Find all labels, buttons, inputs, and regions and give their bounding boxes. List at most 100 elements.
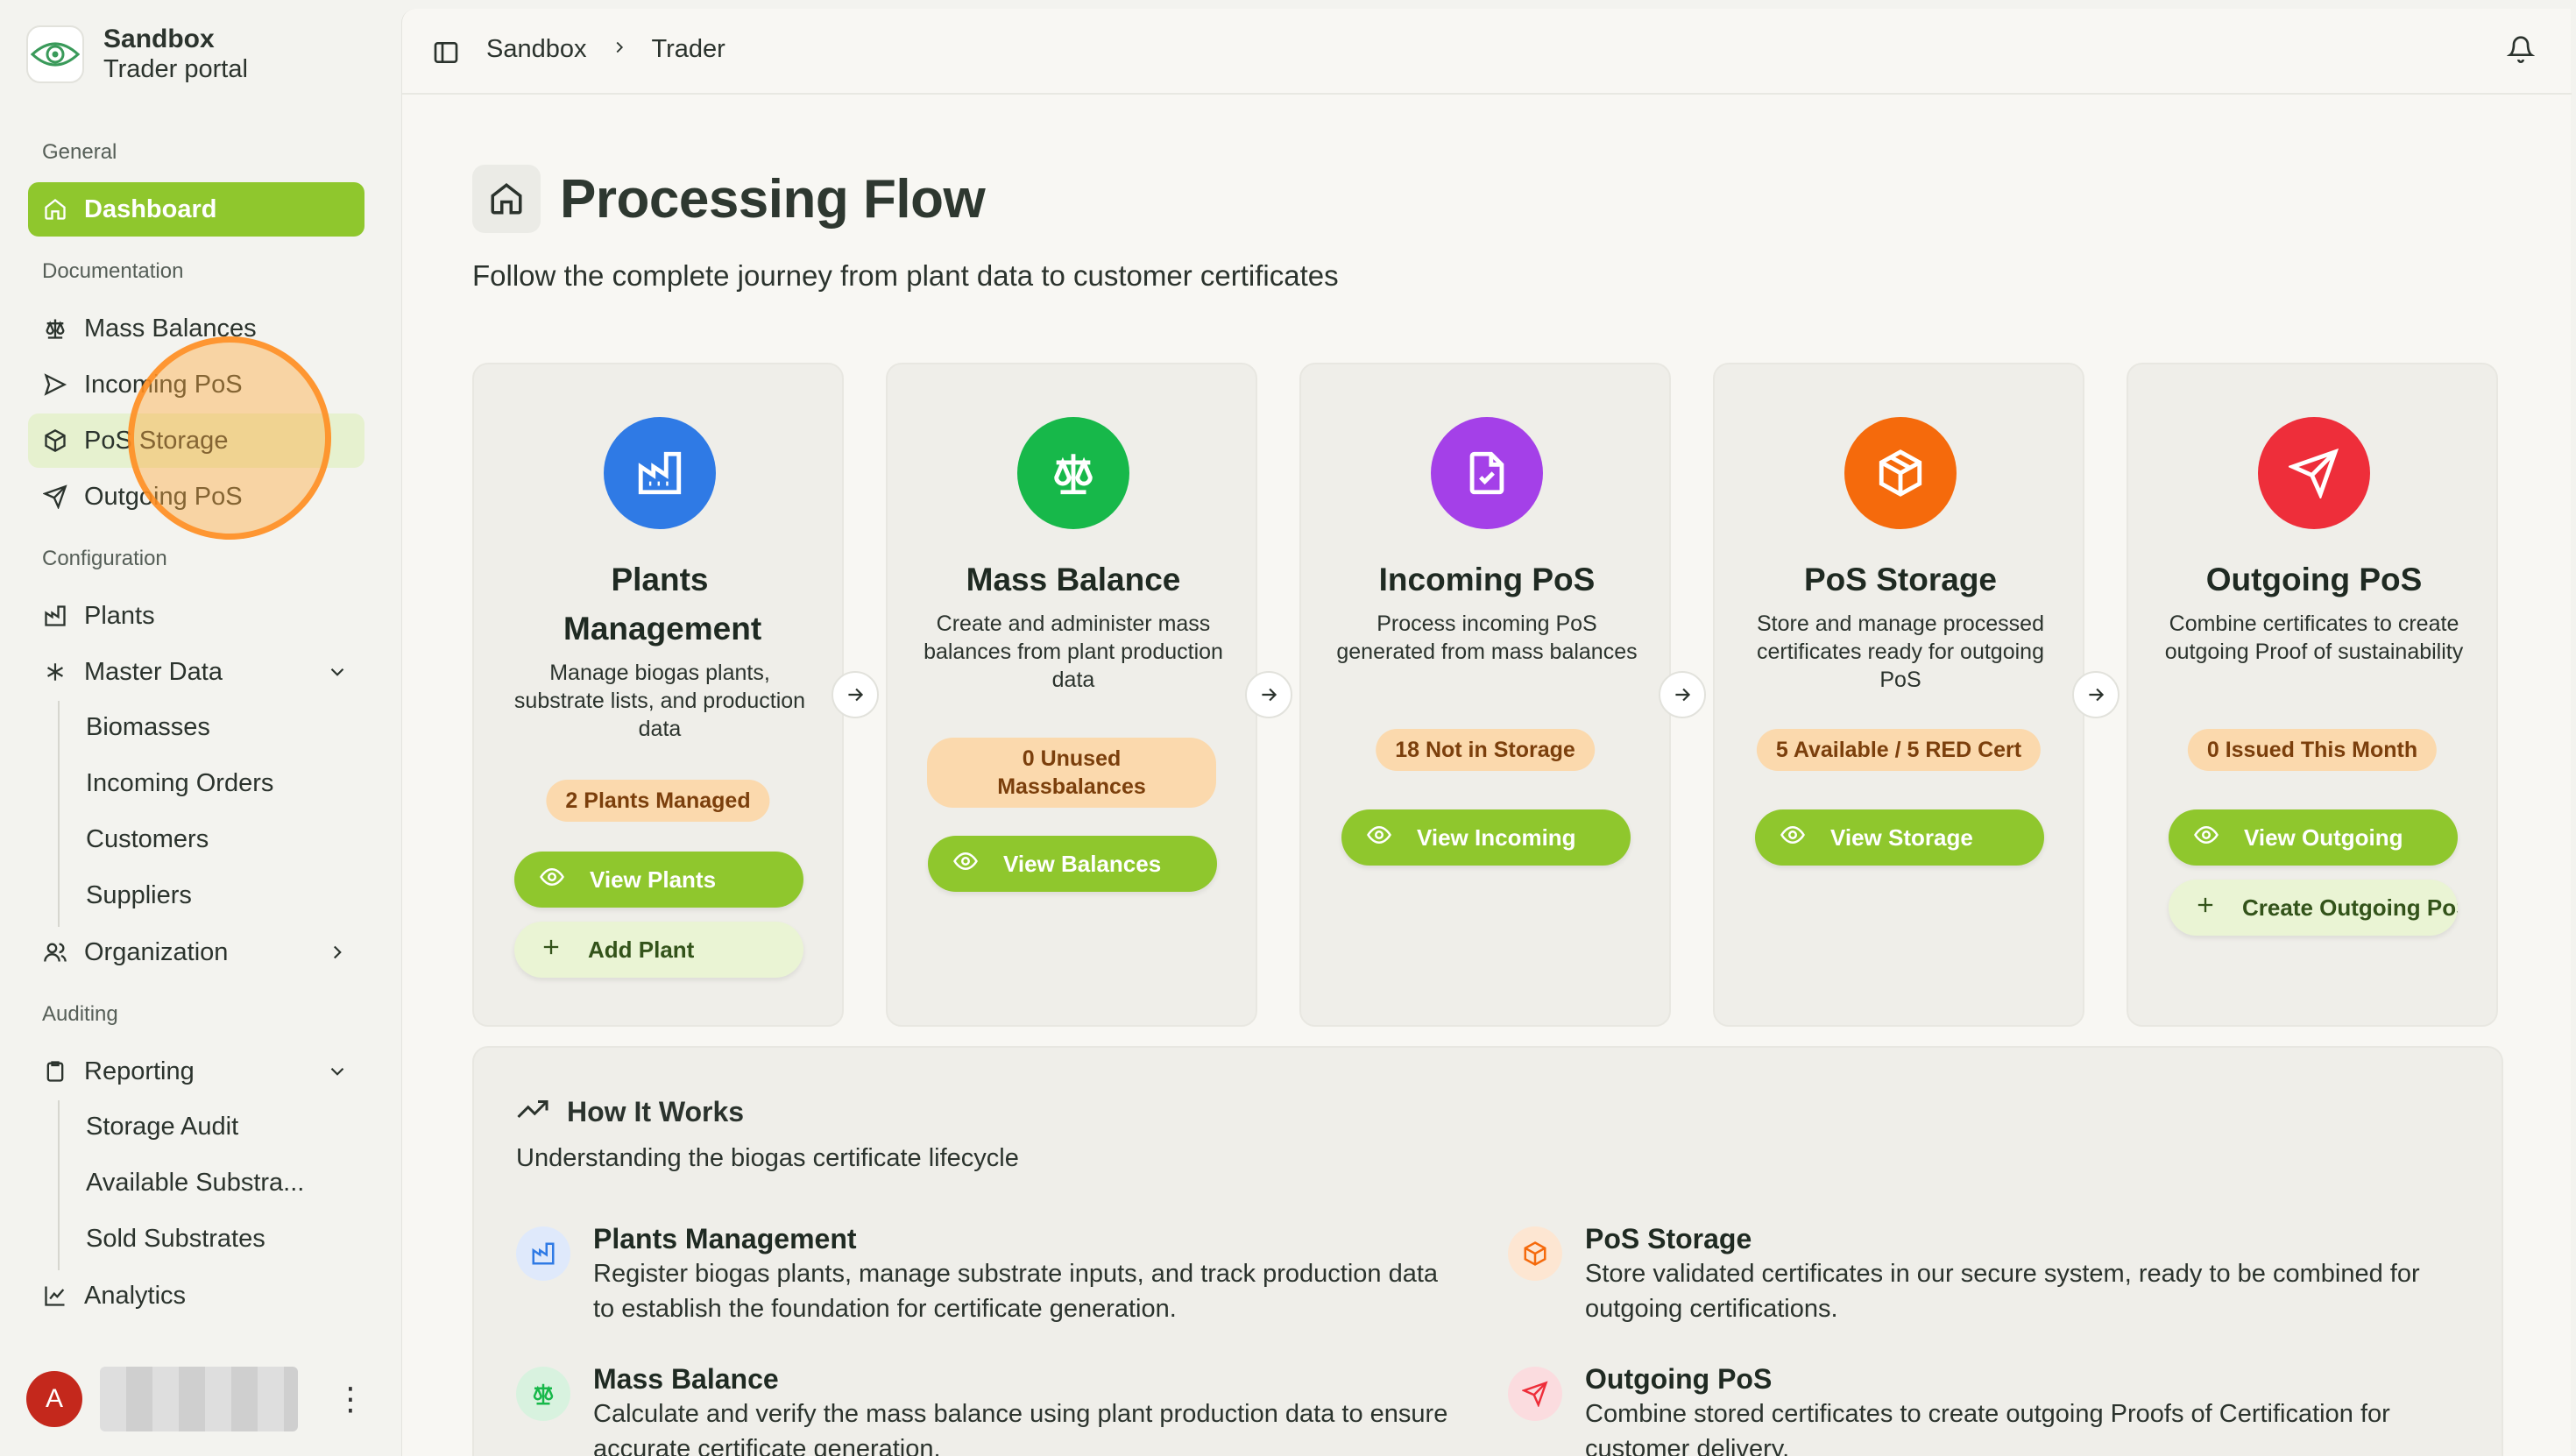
sidebar-item-organization[interactable]: Organization [28, 925, 364, 979]
brand[interactable]: Sandbox Trader portal [26, 25, 248, 84]
factory-icon [42, 603, 68, 629]
submenu-line [58, 1100, 60, 1270]
brand-subtitle: Trader portal [103, 55, 248, 83]
chevron-down-icon [326, 1060, 349, 1090]
plus-icon [539, 935, 563, 965]
add-plant-button[interactable]: Add Plant [514, 922, 803, 978]
group-label-documentation: Documentation [42, 259, 184, 283]
status-badge: 0 Issued This Month [2187, 729, 2438, 771]
box-icon [42, 428, 68, 454]
step-title: Plants Management [593, 1223, 857, 1255]
group-label-auditing: Auditing [42, 1002, 118, 1026]
eye-icon [1366, 822, 1392, 854]
paper-plane-icon [42, 484, 68, 510]
cursor-highlight [128, 336, 331, 540]
view-balances-button[interactable]: View Balances [928, 836, 1217, 892]
breadcrumb-item[interactable]: Sandbox [486, 35, 587, 64]
how-it-works-panel: How It Works Understanding the biogas ce… [472, 1046, 2503, 1456]
sidebar-item-plants[interactable]: Plants [28, 589, 364, 643]
sidebar-subitem-customers[interactable]: Customers [86, 825, 209, 854]
step-description: Calculate and verify the mass balance us… [593, 1400, 1448, 1456]
step-description: Combine stored certificates to create ou… [1585, 1400, 2390, 1456]
step-outgoing-pos: Outgoing PoS Combine stored certificates… [1508, 1361, 2472, 1456]
breadcrumb: Sandbox Trader [486, 35, 725, 64]
step-description: Store validated certificates in our secu… [1585, 1260, 2420, 1323]
submenu-line [58, 701, 60, 927]
create-outgoing-pos-button[interactable]: Create Outgoing PoS [2169, 880, 2458, 936]
clipboard-icon [42, 1058, 68, 1085]
more-vertical-icon[interactable]: ⋮ [335, 1381, 366, 1417]
card-description: Process incoming PoS generated from mass… [1336, 611, 1638, 664]
step-title: PoS Storage [1585, 1223, 1752, 1255]
arrow-right-icon [2072, 671, 2120, 718]
how-it-works-title: How It Works [516, 1095, 744, 1128]
card-title: Mass Balance [966, 562, 1181, 597]
sidebar-subitem-storage-audit[interactable]: Storage Audit [86, 1113, 238, 1141]
chevron-right-icon [610, 35, 629, 64]
page-title: Processing Flow [560, 168, 986, 230]
arrow-right-icon [1659, 671, 1706, 718]
bell-icon[interactable] [2506, 35, 2536, 67]
sidebar-subitem-incoming-orders[interactable]: Incoming Orders [86, 769, 273, 798]
sidebar-item-label: Organization [84, 937, 229, 966]
card-title: Outgoing PoS [2205, 562, 2423, 597]
section-subtitle: Understanding the biogas certificate lif… [516, 1144, 1019, 1172]
status-badge: 0 Unused Massbalances [927, 738, 1216, 808]
scale-icon [42, 315, 68, 342]
card-title: PoS Storage [1804, 562, 1997, 597]
sidebar-item-dashboard[interactable]: Dashboard [28, 182, 364, 237]
breadcrumb-item[interactable]: Trader [652, 35, 725, 64]
button-label: View Plants [590, 866, 717, 893]
button-label: Create Outgoing PoS [2242, 894, 2458, 921]
eye-icon [1780, 822, 1806, 854]
sidebar: Sandbox Trader portal General Dashboard … [0, 0, 400, 1456]
group-label-configuration: Configuration [42, 547, 167, 570]
page-subtitle: Follow the complete journey from plant d… [472, 259, 1339, 292]
user-name-redacted [100, 1367, 298, 1431]
eye-icon [2193, 822, 2219, 854]
card-title: Plants Management [563, 562, 762, 647]
eye-logo-icon [26, 25, 84, 83]
sidebar-item-label: Analytics [84, 1281, 187, 1310]
button-label: Add Plant [588, 936, 695, 963]
button-label: View Storage [1830, 823, 1973, 851]
paper-plane-icon [2258, 417, 2370, 529]
step-title: Outgoing PoS [1585, 1363, 1773, 1395]
sidebar-item-label: Master Data [84, 657, 223, 686]
status-badge: 2 Plants Managed [546, 780, 770, 822]
scale-icon [516, 1367, 570, 1421]
button-label: View Incoming [1417, 823, 1576, 851]
sidebar-item-label: Reporting [84, 1057, 195, 1085]
view-outgoing-button[interactable]: View Outgoing [2169, 809, 2458, 866]
sidebar-subitem-suppliers[interactable]: Suppliers [86, 881, 192, 910]
step-pos-storage: PoS Storage Store validated certificates… [1508, 1221, 2472, 1326]
sidebar-subitem-sold-substrates[interactable]: Sold Substrates [86, 1225, 265, 1254]
button-label: View Balances [1003, 850, 1162, 877]
sidebar-item-master-data[interactable]: Master Data [28, 645, 364, 699]
plus-icon [2193, 893, 2218, 923]
sidebar-subitem-biomasses[interactable]: Biomasses [86, 713, 210, 742]
sidebar-item-analytics[interactable]: Analytics [28, 1269, 364, 1323]
box-icon [1844, 417, 1957, 529]
sidebar-toggle-icon[interactable] [432, 39, 460, 71]
view-incoming-button[interactable]: View Incoming [1341, 809, 1631, 866]
sidebar-item-label: Dashboard [84, 194, 217, 223]
topbar: Sandbox Trader [402, 9, 2572, 95]
send-icon [42, 371, 68, 398]
card-description: Combine certificates to create outgoing … [2164, 611, 2464, 664]
chart-line-icon [42, 1283, 68, 1309]
view-plants-button[interactable]: View Plants [514, 852, 803, 908]
arrow-right-icon [1245, 671, 1292, 718]
avatar: A [26, 1371, 82, 1427]
card-description: Manage biogas plants, substrate lists, a… [513, 661, 806, 741]
user-menu[interactable]: A ⋮ [26, 1367, 366, 1431]
factory-icon [516, 1226, 570, 1281]
trending-up-icon [516, 1095, 551, 1128]
box-icon [1508, 1226, 1562, 1281]
view-storage-button[interactable]: View Storage [1755, 809, 2044, 866]
step-title: Mass Balance [593, 1363, 779, 1395]
sidebar-subitem-available-substrates[interactable]: Available Substra... [86, 1169, 304, 1198]
sidebar-item-reporting[interactable]: Reporting [28, 1044, 364, 1099]
file-check-icon [1431, 417, 1543, 529]
eye-icon [539, 864, 565, 896]
